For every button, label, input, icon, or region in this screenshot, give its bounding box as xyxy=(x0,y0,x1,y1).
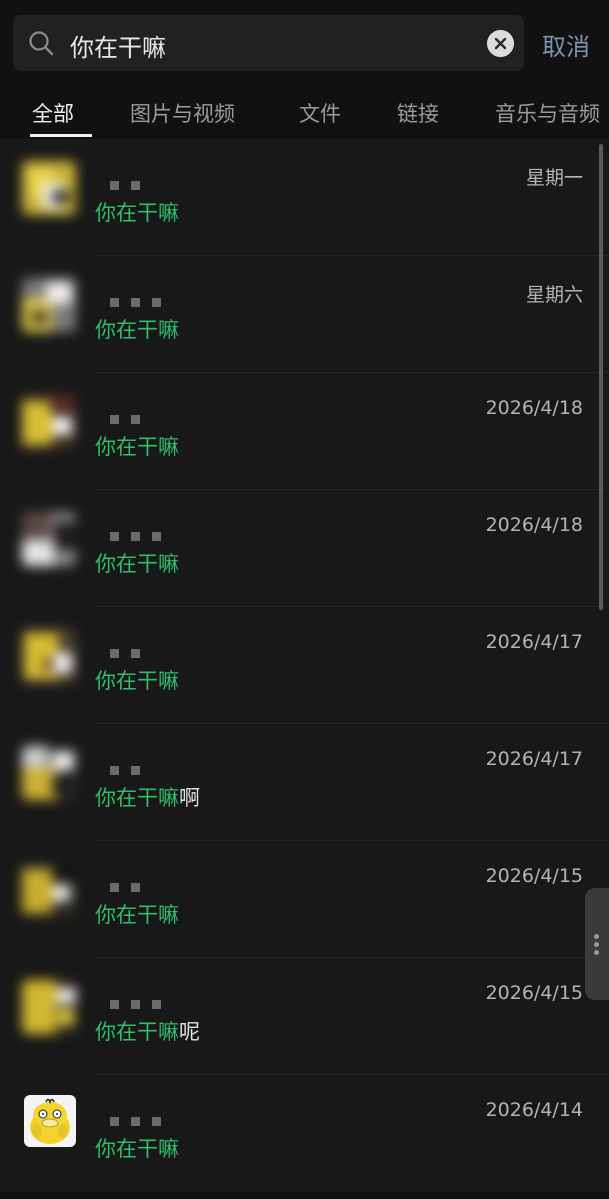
matched-text: 你在干嘛 xyxy=(95,786,179,810)
message-snippet: 你在干嘛 xyxy=(95,665,179,695)
message-date: 2026/4/17 xyxy=(485,631,583,653)
tab-links[interactable]: 链接 xyxy=(397,98,439,128)
search-input[interactable]: 你在干嘛 xyxy=(70,28,166,63)
tab-files[interactable]: 文件 xyxy=(299,98,341,128)
redacted-name xyxy=(110,292,173,307)
result-row[interactable]: 你在干嘛 2026/4/18 xyxy=(0,373,609,490)
message-snippet: 你在干嘛 xyxy=(95,548,179,578)
matched-text: 你在干嘛 xyxy=(95,318,179,342)
redacted-name xyxy=(110,760,152,775)
message-snippet: 你在干嘛 xyxy=(95,197,179,227)
avatar xyxy=(22,629,76,683)
tab-images-videos[interactable]: 图片与视频 xyxy=(130,98,235,128)
matched-text: 你在干嘛 xyxy=(95,1020,179,1044)
close-circle-icon[interactable] xyxy=(487,30,514,57)
tab-music-audio[interactable]: 音乐与音频 xyxy=(495,98,600,128)
redacted-name xyxy=(110,409,152,424)
matched-text: 你在干嘛 xyxy=(95,552,179,576)
message-date: 2026/4/18 xyxy=(485,514,583,536)
result-row[interactable]: 你在干嘛呢 2026/4/15 xyxy=(0,958,609,1075)
message-date: 2026/4/17 xyxy=(485,748,583,770)
result-row[interactable]: 你在干嘛啊 2026/4/17 xyxy=(0,724,609,841)
avatar xyxy=(22,746,76,800)
cancel-button[interactable]: 取消 xyxy=(542,27,590,62)
tab-all[interactable]: 全部 xyxy=(32,98,74,128)
result-row[interactable]: 你在干嘛 星期六 xyxy=(0,256,609,373)
result-row[interactable]: 你在干嘛 2026/4/17 xyxy=(0,607,609,724)
result-row[interactable]: 你在干嘛 星期一 xyxy=(0,139,609,256)
psyduck-avatar-icon xyxy=(24,1095,76,1147)
message-suffix: 呢 xyxy=(179,1020,200,1044)
result-row[interactable]: 你在干嘛 2026/4/18 xyxy=(0,490,609,607)
message-date: 2026/4/14 xyxy=(485,1099,583,1121)
message-snippet: 你在干嘛 xyxy=(95,431,179,461)
message-snippet: 你在干嘛 xyxy=(95,899,179,929)
redacted-name xyxy=(110,994,173,1009)
avatar xyxy=(22,395,76,449)
message-date: 星期一 xyxy=(525,167,583,189)
matched-text: 你在干嘛 xyxy=(95,201,179,225)
filter-tabs: 全部 图片与视频 文件 链接 音乐与音频 xyxy=(0,88,609,138)
matched-text: 你在干嘛 xyxy=(95,669,179,693)
matched-text: 你在干嘛 xyxy=(95,435,179,459)
message-snippet: 你在干嘛啊 xyxy=(95,782,200,812)
avatar xyxy=(22,278,76,332)
avatar xyxy=(22,863,76,917)
message-date: 2026/4/15 xyxy=(485,865,583,887)
message-date: 2026/4/15 xyxy=(485,982,583,1004)
active-tab-indicator xyxy=(30,134,92,137)
redacted-name xyxy=(110,643,152,658)
avatar xyxy=(22,161,76,215)
chat-history-search-screen: 你在干嘛 取消 全部 图片与视频 文件 链接 音乐与音频 你在干嘛 星期一 你在… xyxy=(0,0,609,1199)
search-icon xyxy=(29,31,54,56)
matched-text: 你在干嘛 xyxy=(95,1137,179,1161)
result-row[interactable]: 你在干嘛 2026/4/14 xyxy=(0,1075,609,1192)
message-snippet: 你在干嘛 xyxy=(95,1133,179,1163)
search-header: 你在干嘛 取消 xyxy=(0,0,609,86)
message-suffix: 啊 xyxy=(179,786,200,810)
redacted-name xyxy=(110,877,152,892)
matched-text: 你在干嘛 xyxy=(95,903,179,927)
redacted-name xyxy=(110,526,173,541)
more-vertical-icon[interactable] xyxy=(585,888,609,1000)
avatar xyxy=(22,980,76,1034)
message-snippet: 你在干嘛 xyxy=(95,314,179,344)
result-row[interactable]: 你在干嘛 2026/4/15 xyxy=(0,841,609,958)
message-snippet: 你在干嘛呢 xyxy=(95,1016,200,1046)
redacted-name xyxy=(110,1111,173,1126)
message-date: 星期六 xyxy=(525,284,583,306)
scrollbar[interactable] xyxy=(599,144,603,610)
avatar xyxy=(22,512,76,566)
redacted-name xyxy=(110,175,152,190)
message-date: 2026/4/18 xyxy=(485,397,583,419)
